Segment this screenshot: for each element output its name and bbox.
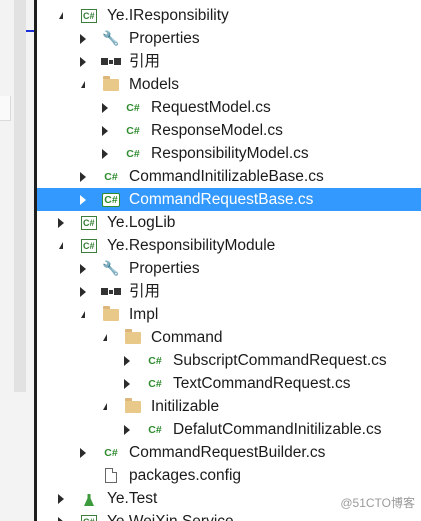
tree-node-label: 引用 xyxy=(129,283,161,300)
tree-node-label: Ye.LogLib xyxy=(107,214,176,231)
csharp-file-icon: C# xyxy=(102,192,120,207)
csharp-project-icon: C# xyxy=(80,214,98,231)
tree-node-file-requestmodel[interactable]: C# RequestModel.cs xyxy=(37,96,421,119)
test-project-icon xyxy=(80,490,98,507)
tree-node-label: ResponsibilityModel.cs xyxy=(151,145,309,162)
left-panel xyxy=(0,0,34,521)
tree-node-label: Impl xyxy=(129,306,159,323)
wrench-icon: 🔧 xyxy=(102,30,120,46)
tree-node-label: DefalutCommandInitilizable.cs xyxy=(173,421,382,438)
tree-node-label: Initilizable xyxy=(151,398,220,415)
tree-node-file-commandrequestbuilder[interactable]: C# CommandRequestBuilder.cs xyxy=(37,441,421,464)
tree-node-file-commandrequestbase[interactable]: C# CommandRequestBase.cs xyxy=(37,188,421,211)
tree-node-label: 引用 xyxy=(129,53,161,70)
tree-node-project-weixin-service[interactable]: C# Ye.WeiXin.Service xyxy=(37,510,421,521)
csharp-file-icon: C# xyxy=(126,124,140,137)
tree-node-label: Ye.WeiXin.Service xyxy=(107,510,234,521)
tree-node-folder-initilizable[interactable]: Initilizable xyxy=(37,395,421,418)
expand-arrow-icon[interactable] xyxy=(54,234,68,257)
csharp-project-icon: C# xyxy=(80,513,98,521)
collapse-arrow-icon[interactable] xyxy=(120,349,134,372)
tree-node-label: Ye.Test xyxy=(107,490,158,507)
left-panel-scrollbar[interactable] xyxy=(14,0,26,392)
csharp-file-icon: C# xyxy=(126,147,140,160)
expand-arrow-icon[interactable] xyxy=(76,303,90,326)
tree-node-file-commandinitilizablebase[interactable]: C# CommandInitilizableBase.cs xyxy=(37,165,421,188)
tree-node-file-packages-config[interactable]: packages.config xyxy=(37,464,421,487)
csharp-project-icon: C# xyxy=(80,237,98,254)
expand-arrow-icon[interactable] xyxy=(98,326,112,349)
tree-node-label: CommandRequestBase.cs xyxy=(129,191,314,208)
csharp-file-icon: C# xyxy=(148,377,162,390)
csharp-file-icon: C# xyxy=(104,446,118,459)
tree-node-folder-impl[interactable]: Impl xyxy=(37,303,421,326)
tree-node-label: Ye.IResponsibility xyxy=(107,7,229,24)
watermark: @51CTO博客 xyxy=(340,496,415,510)
tree-node-label: TextCommandRequest.cs xyxy=(173,375,351,392)
tree-node-label: CommandRequestBuilder.cs xyxy=(129,444,326,461)
tree-node-label: Command xyxy=(151,329,223,346)
tree-node-label: CommandInitilizableBase.cs xyxy=(129,168,324,185)
tree-node-label: Properties xyxy=(129,260,200,277)
tree-node-folder-models[interactable]: Models xyxy=(37,73,421,96)
tree-node-project-responsibilitymodule[interactable]: C# Ye.ResponsibilityModule xyxy=(37,234,421,257)
collapse-arrow-icon[interactable] xyxy=(54,211,68,234)
tree-node-label: Properties xyxy=(129,30,200,47)
tree-node-file-responsibilitymodel[interactable]: C# ResponsibilityModel.cs xyxy=(37,142,421,165)
collapse-arrow-icon[interactable] xyxy=(76,188,90,211)
tree-node-label: RequestModel.cs xyxy=(151,99,271,116)
collapse-arrow-icon[interactable] xyxy=(120,372,134,395)
tree-node-folder-command[interactable]: Command xyxy=(37,326,421,349)
collapse-arrow-icon[interactable] xyxy=(76,50,90,73)
csharp-file-icon: C# xyxy=(104,170,118,183)
collapse-arrow-icon[interactable] xyxy=(54,510,68,521)
references-icon xyxy=(101,53,121,70)
config-file-icon xyxy=(102,467,120,484)
collapse-arrow-icon[interactable] xyxy=(120,418,134,441)
collapse-arrow-icon[interactable] xyxy=(76,257,90,280)
collapse-arrow-icon[interactable] xyxy=(98,119,112,142)
tree-node-project-loglib[interactable]: C# Ye.LogLib xyxy=(37,211,421,234)
collapse-arrow-icon[interactable] xyxy=(76,441,90,464)
collapse-arrow-icon[interactable] xyxy=(98,142,112,165)
left-panel-field xyxy=(0,96,11,121)
tree-node-file-textcommandrequest[interactable]: C# TextCommandRequest.cs xyxy=(37,372,421,395)
csharp-project-icon: C# xyxy=(80,7,98,24)
references-icon xyxy=(101,283,121,300)
folder-icon xyxy=(124,328,142,346)
collapse-arrow-icon[interactable] xyxy=(54,487,68,510)
tree-node-label: packages.config xyxy=(129,467,242,484)
wrench-icon: 🔧 xyxy=(102,260,120,276)
collapse-arrow-icon[interactable] xyxy=(76,27,90,50)
tree-node-label: Ye.ResponsibilityModule xyxy=(107,237,276,254)
folder-icon xyxy=(102,305,120,323)
tree-node-file-subscriptcommandrequest[interactable]: C# SubscriptCommandRequest.cs xyxy=(37,349,421,372)
tree-node-file-defalutcommandinitilizable[interactable]: C# DefalutCommandInitilizable.cs xyxy=(37,418,421,441)
tree-node-references[interactable]: 引用 xyxy=(37,280,421,303)
collapse-arrow-icon[interactable] xyxy=(98,96,112,119)
solution-explorer-tree: C# Ye.IResponsibility 🔧 Properties 引用 Mo… xyxy=(37,0,421,521)
expand-arrow-icon[interactable] xyxy=(54,4,68,27)
tree-node-label: ResponseModel.cs xyxy=(151,122,283,139)
csharp-file-icon: C# xyxy=(148,423,162,436)
csharp-file-icon: C# xyxy=(148,354,162,367)
csharp-file-icon: C# xyxy=(126,101,140,114)
folder-icon xyxy=(124,397,142,415)
tree-node-label: Models xyxy=(129,76,179,93)
collapse-arrow-icon[interactable] xyxy=(76,280,90,303)
tree-node-project-iresponsibility[interactable]: C# Ye.IResponsibility xyxy=(37,4,421,27)
expand-arrow-icon[interactable] xyxy=(76,73,90,96)
tree-node-file-responsemodel[interactable]: C# ResponseModel.cs xyxy=(37,119,421,142)
expand-arrow-icon[interactable] xyxy=(98,395,112,418)
tree-node-properties[interactable]: 🔧 Properties xyxy=(37,27,421,50)
collapse-arrow-icon[interactable] xyxy=(76,165,90,188)
tree-node-references[interactable]: 引用 xyxy=(37,50,421,73)
folder-icon xyxy=(102,75,120,93)
tree-node-label: SubscriptCommandRequest.cs xyxy=(173,352,387,369)
tree-node-properties[interactable]: 🔧 Properties xyxy=(37,257,421,280)
